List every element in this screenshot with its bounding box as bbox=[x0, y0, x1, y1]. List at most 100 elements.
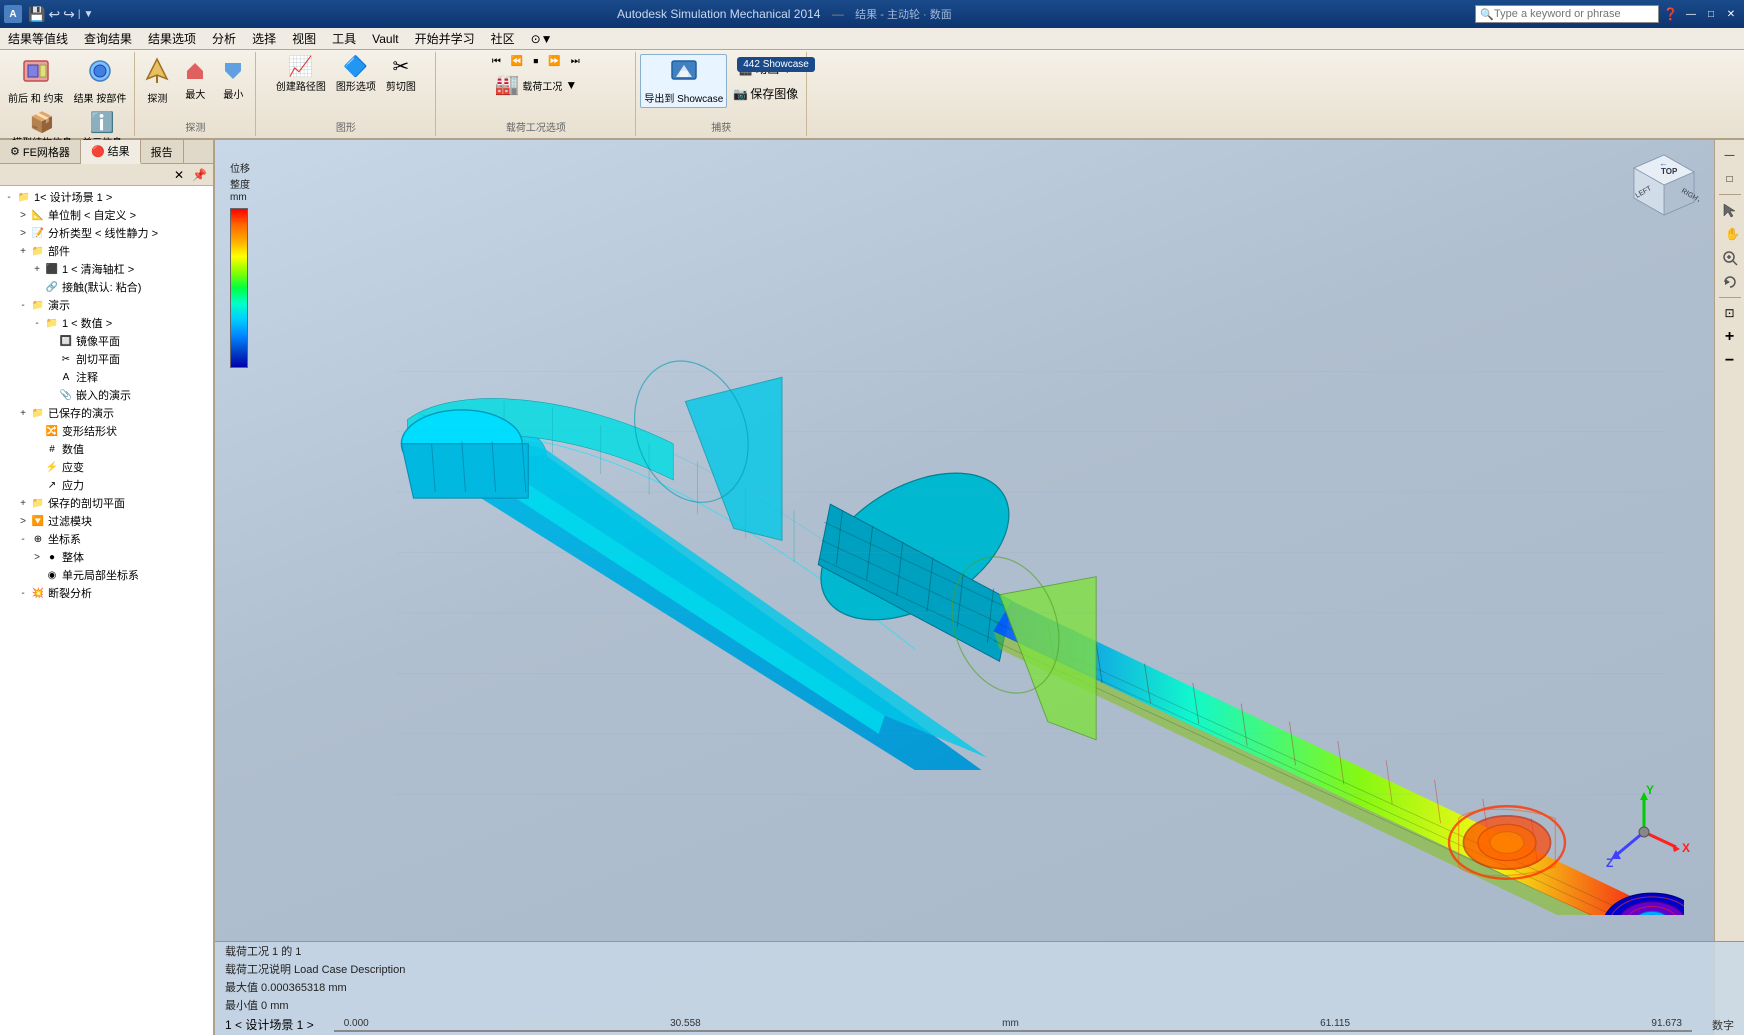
menu-results-options[interactable]: 结果选项 bbox=[140, 28, 204, 49]
menu-analysis[interactable]: 分析 bbox=[204, 28, 244, 49]
tree-toggle[interactable]: + bbox=[30, 264, 44, 275]
tree-item[interactable]: + 📁 保存的剖切平面 bbox=[0, 494, 213, 512]
right-btn-fit[interactable]: ⊡ bbox=[1719, 302, 1741, 324]
menu-extra[interactable]: ⊙▼ bbox=[523, 28, 561, 49]
menu-community[interactable]: 社区 bbox=[483, 28, 523, 49]
title-sep: — bbox=[832, 7, 844, 21]
minimize-button[interactable]: — bbox=[1682, 6, 1700, 22]
maximize-button[interactable]: □ bbox=[1702, 6, 1720, 22]
tree-toggle[interactable]: + bbox=[16, 498, 30, 509]
qa-save[interactable]: 💾 bbox=[28, 6, 45, 23]
tree-node-icon: 🔽 bbox=[30, 514, 46, 528]
tree-toggle[interactable]: > bbox=[16, 210, 30, 221]
tab-report[interactable]: 报告 bbox=[141, 140, 184, 163]
tree-item[interactable]: ↗ 应力 bbox=[0, 476, 213, 494]
right-btn-rotate[interactable] bbox=[1719, 271, 1741, 293]
tree-item[interactable]: - 📁 演示 bbox=[0, 296, 213, 314]
menu-learn[interactable]: 开始并学习 bbox=[407, 28, 483, 49]
tree-item[interactable]: - 📁 1< 设计场景 1 > bbox=[0, 188, 213, 206]
tree-area[interactable]: - 📁 1< 设计场景 1 > > 📐 单位制 < 自定义 > > 📝 分析类型… bbox=[0, 186, 213, 1035]
close-button[interactable]: ✕ bbox=[1722, 6, 1740, 22]
btn-path-graph[interactable]: 📈 创建路径图 bbox=[272, 54, 330, 96]
qa-undo[interactable]: ↩ bbox=[48, 6, 60, 23]
tree-toggle[interactable]: - bbox=[30, 318, 44, 329]
tree-toggle[interactable]: - bbox=[16, 534, 30, 545]
tree-toggle[interactable]: - bbox=[2, 192, 16, 203]
btn-probe[interactable]: 探测 bbox=[139, 54, 175, 108]
svg-text:Y: Y bbox=[1646, 783, 1654, 797]
tree-toggle[interactable]: - bbox=[16, 588, 30, 599]
right-btn-zoom[interactable] bbox=[1719, 247, 1741, 269]
tree-item[interactable]: - ⊕ 坐标系 bbox=[0, 530, 213, 548]
menu-vault[interactable]: Vault bbox=[364, 28, 406, 49]
btn-next-loadcase[interactable]: ⏩ bbox=[544, 54, 564, 69]
panel-close-btn[interactable]: ✕ bbox=[170, 167, 188, 183]
btn-stop-loadcase[interactable]: ⏹ bbox=[529, 54, 542, 69]
tree-item[interactable]: + 📁 部件 bbox=[0, 242, 213, 260]
btn-first-loadcase[interactable]: ⏮ bbox=[488, 54, 505, 69]
tree-toggle[interactable]: > bbox=[16, 228, 30, 239]
progress-bar[interactable] bbox=[334, 1030, 1692, 1032]
tree-item[interactable]: # 数值 bbox=[0, 440, 213, 458]
tree-toggle[interactable]: - bbox=[16, 300, 30, 311]
tree-node-label: 1< 设计场景 1 > bbox=[34, 189, 112, 205]
tree-item[interactable]: > 📐 单位制 < 自定义 > bbox=[0, 206, 213, 224]
tab-fe-mesher[interactable]: ⚙ FE网格器 bbox=[0, 140, 81, 163]
btn-export-showcase[interactable]: 导出到 Showcase bbox=[640, 54, 727, 108]
tree-toggle[interactable]: + bbox=[16, 408, 30, 419]
btn-min[interactable]: 最小 bbox=[215, 58, 251, 104]
results-boundary-icon bbox=[22, 57, 50, 89]
btn-shape-options-label: 图形选项 bbox=[336, 78, 376, 93]
right-btn-zoom-out[interactable]: − bbox=[1719, 350, 1741, 372]
tree-item[interactable]: > ● 整体 bbox=[0, 548, 213, 566]
tree-item[interactable]: A 注释 bbox=[0, 368, 213, 386]
btn-shape-options[interactable]: 🔷 图形选项 bbox=[332, 54, 380, 96]
tree-item[interactable]: 🔀 变形结形状 bbox=[0, 422, 213, 440]
tree-item[interactable]: 📎 嵌入的演示 bbox=[0, 386, 213, 404]
tree-item[interactable]: > 🔽 过滤模块 bbox=[0, 512, 213, 530]
tab-results[interactable]: 🔴 结果 bbox=[81, 140, 141, 164]
zoom-icon bbox=[1722, 250, 1738, 266]
menu-select[interactable]: 选择 bbox=[244, 28, 284, 49]
search-input[interactable] bbox=[1494, 8, 1654, 20]
tree-item[interactable]: + 📁 已保存的演示 bbox=[0, 404, 213, 422]
tree-toggle[interactable]: > bbox=[30, 552, 44, 563]
tree-item[interactable]: 🔲 镜像平面 bbox=[0, 332, 213, 350]
tree-item[interactable]: + ⬛ 1 < 清海轴杠 > bbox=[0, 260, 213, 278]
pan-icon: ✋ bbox=[1722, 226, 1738, 242]
right-btn-expand-max[interactable]: □ bbox=[1719, 168, 1741, 190]
right-btn-zoom-in[interactable]: + bbox=[1719, 326, 1741, 348]
search-box[interactable]: 🔍 bbox=[1475, 5, 1659, 23]
scale-mid2: 61.115 bbox=[1320, 1018, 1350, 1029]
qa-redo[interactable]: ↪ bbox=[63, 6, 75, 23]
view-cube[interactable]: TOP RIGHT LEFT ← bbox=[1629, 150, 1699, 220]
menu-query-results[interactable]: 查询结果 bbox=[76, 28, 140, 49]
tree-item[interactable]: ✂ 剖切平面 bbox=[0, 350, 213, 368]
btn-max[interactable]: 最大 bbox=[177, 58, 213, 104]
tree-item[interactable]: 🔗 接触(默认: 粘合) bbox=[0, 278, 213, 296]
tree-item[interactable]: ⚡ 应变 bbox=[0, 458, 213, 476]
btn-cut[interactable]: ✂ 剪切图 bbox=[382, 54, 420, 96]
tree-toggle[interactable]: > bbox=[16, 516, 30, 527]
help-icons[interactable]: ❓ bbox=[1663, 7, 1678, 21]
btn-last-loadcase[interactable]: ⏭ bbox=[567, 54, 584, 69]
btn-results-by-part[interactable]: 结果 按部件 bbox=[70, 54, 131, 108]
panel-pin-btn[interactable]: 📌 bbox=[188, 167, 211, 183]
menu-results-contour[interactable]: 结果等值线 bbox=[0, 28, 76, 49]
tree-toggle[interactable]: + bbox=[16, 246, 30, 257]
btn-loadcase[interactable]: 🏭 载荷工况 ▼ bbox=[490, 72, 581, 98]
btn-results-boundary[interactable]: 前后 和 约束 bbox=[4, 54, 68, 108]
tree-item[interactable]: - 📁 1 < 数值 > bbox=[0, 314, 213, 332]
tree-item[interactable]: - 💥 断裂分析 bbox=[0, 584, 213, 602]
btn-prev-loadcase[interactable]: ⏪ bbox=[507, 54, 527, 69]
right-btn-expand-min[interactable]: — bbox=[1719, 144, 1741, 166]
menu-view[interactable]: 视图 bbox=[284, 28, 324, 49]
tree-item[interactable]: ◉ 单元局部坐标系 bbox=[0, 566, 213, 584]
right-btn-cursor[interactable] bbox=[1719, 199, 1741, 221]
viewport[interactable]: 位移 整度 mm bbox=[215, 140, 1744, 1035]
tree-item[interactable]: > 📝 分析类型 < 线性静力 > bbox=[0, 224, 213, 242]
qa-more[interactable]: ▼ bbox=[84, 9, 94, 20]
btn-save-image[interactable]: 📷 保存图像 bbox=[729, 82, 802, 105]
menu-tools[interactable]: 工具 bbox=[324, 28, 364, 49]
right-btn-pan[interactable]: ✋ bbox=[1719, 223, 1741, 245]
